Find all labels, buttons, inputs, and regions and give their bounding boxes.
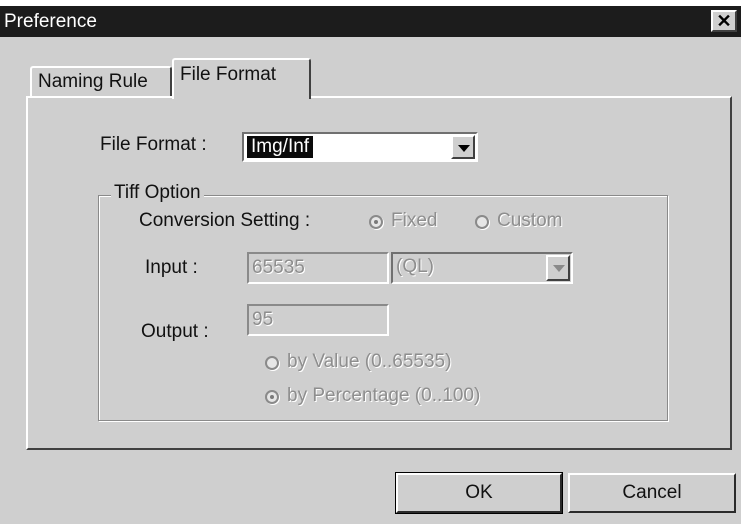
by-value-radio[interactable]: [265, 356, 279, 370]
by-percentage-radio[interactable]: [265, 390, 279, 404]
tab-file-format-label: File Format: [180, 64, 277, 85]
by-value-label: by Value (0..65535): [287, 351, 452, 372]
custom-radio[interactable]: [475, 215, 489, 229]
file-format-select[interactable]: Img/Inf: [242, 132, 478, 162]
fixed-radio[interactable]: [369, 215, 383, 229]
custom-radio-label: Custom: [497, 210, 563, 231]
title-bar: Preference ✕: [0, 6, 741, 37]
file-format-panel: File Format : Img/Inf Tiff Option Conver…: [26, 96, 732, 450]
by-percentage-label: by Percentage (0..100): [287, 385, 481, 406]
fixed-radio-label: Fixed: [391, 210, 438, 231]
input-unit-value: (QL): [396, 256, 434, 277]
ok-button[interactable]: OK: [395, 472, 563, 514]
input-label: Input :: [145, 257, 198, 278]
file-format-selected-value: Img/Inf: [245, 135, 315, 159]
tiff-option-group: Tiff Option Conversion Setting : Fixed C…: [98, 182, 668, 421]
conversion-setting-label: Conversion Setting :: [139, 210, 311, 231]
output-label: Output :: [141, 321, 209, 342]
window-title: Preference: [4, 11, 97, 32]
tiff-option-legend: Tiff Option: [111, 182, 204, 204]
close-icon: ✕: [716, 11, 732, 31]
output-field[interactable]: 95: [247, 304, 389, 336]
file-format-label: File Format :: [100, 134, 207, 155]
input-unit-select[interactable]: (QL): [391, 252, 573, 284]
tab-naming-rule[interactable]: Naming Rule: [30, 66, 172, 96]
tab-naming-rule-label: Naming Rule: [38, 71, 148, 92]
chevron-down-icon[interactable]: [451, 135, 475, 159]
tab-file-format[interactable]: File Format: [172, 58, 311, 99]
close-button[interactable]: ✕: [711, 10, 737, 32]
cancel-button[interactable]: Cancel: [568, 473, 736, 513]
input-field[interactable]: 65535: [247, 252, 389, 284]
chevron-down-icon[interactable]: [546, 255, 570, 281]
